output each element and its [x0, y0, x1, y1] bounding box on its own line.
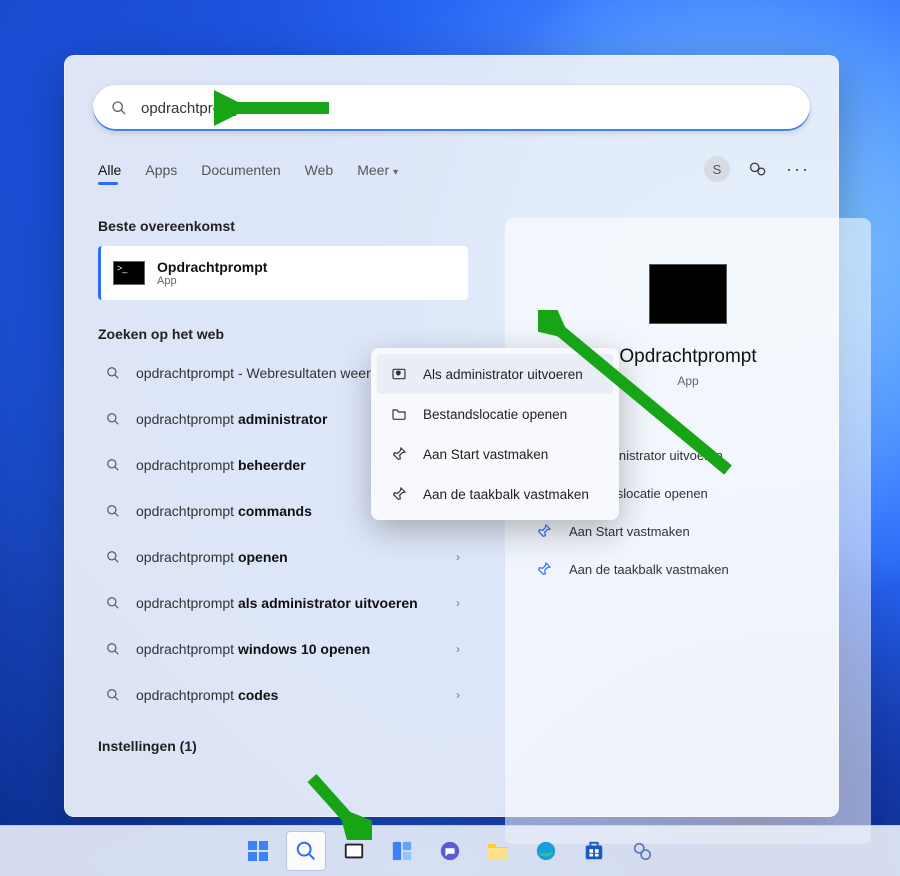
- web-results-heading: Zoeken op het web: [98, 326, 468, 342]
- search-icon: [104, 550, 122, 564]
- search-icon: [104, 458, 122, 472]
- web-result-text: opdrachtprompt codes: [136, 687, 462, 704]
- annotation-arrow: [302, 770, 372, 840]
- tab-apps[interactable]: Apps: [145, 156, 177, 191]
- settings-app-button[interactable]: [622, 831, 662, 871]
- best-match-title: Opdrachtprompt: [157, 259, 267, 275]
- web-result-row[interactable]: opdrachtprompt als administrator uitvoer…: [98, 580, 468, 626]
- pin-icon: [533, 523, 555, 539]
- folder-icon: [389, 406, 409, 422]
- user-avatar[interactable]: S: [704, 156, 730, 182]
- more-options-button[interactable]: ···: [786, 159, 810, 180]
- pin-icon: [389, 486, 409, 502]
- web-result-row[interactable]: opdrachtprompt openen›: [98, 534, 468, 580]
- search-box[interactable]: [92, 84, 811, 132]
- search-icon: [104, 596, 122, 610]
- tab-more[interactable]: Meer▾: [357, 156, 398, 191]
- tab-web[interactable]: Web: [305, 156, 334, 191]
- file-explorer-button[interactable]: [478, 831, 518, 871]
- pin-icon: [389, 446, 409, 462]
- taskbar: [0, 825, 900, 876]
- chevron-right-icon: ›: [456, 550, 460, 564]
- web-result-text: opdrachtprompt openen: [136, 549, 462, 566]
- action-label: Aan de taakbalk vastmaken: [569, 562, 729, 577]
- tab-documents[interactable]: Documenten: [201, 156, 280, 191]
- chevron-down-icon: ▾: [393, 167, 398, 178]
- search-icon: [104, 366, 122, 380]
- tab-all[interactable]: Alle: [98, 156, 121, 191]
- web-result-text: opdrachtprompt als administrator uitvoer…: [136, 595, 462, 612]
- flyout-top-right: S ···: [704, 156, 810, 182]
- settings-heading[interactable]: Instellingen (1): [98, 738, 468, 754]
- command-prompt-icon: [113, 261, 145, 285]
- chat-button[interactable]: [430, 831, 470, 871]
- search-tabs: Alle Apps Documenten Web Meer▾: [98, 156, 398, 191]
- start-button[interactable]: [238, 831, 278, 871]
- feedback-icon[interactable]: [748, 159, 768, 179]
- best-match-heading: Beste overeenkomst: [98, 218, 468, 234]
- admin-icon: [389, 366, 409, 382]
- best-match-item[interactable]: Opdrachtprompt App: [98, 246, 468, 300]
- web-result-text: opdrachtprompt windows 10 openen: [136, 641, 462, 658]
- edge-button[interactable]: [526, 831, 566, 871]
- action-label: Aan Start vastmaken: [569, 524, 690, 539]
- web-result-row[interactable]: opdrachtprompt codes›: [98, 672, 468, 718]
- search-icon: [104, 504, 122, 518]
- search-icon: [104, 412, 122, 426]
- microsoft-store-button[interactable]: [574, 831, 614, 871]
- context-menu-item[interactable]: Aan de taakbalk vastmaken: [377, 474, 613, 514]
- annotation-arrow: [538, 310, 738, 480]
- desktop-wallpaper: Alle Apps Documenten Web Meer▾ S ··· Bes…: [0, 0, 900, 876]
- search-icon: [104, 642, 122, 656]
- chevron-right-icon: ›: [456, 642, 460, 656]
- pin-icon: [533, 561, 555, 577]
- search-icon: [104, 688, 122, 702]
- preview-action[interactable]: Aan de taakbalk vastmaken: [525, 550, 851, 588]
- chevron-right-icon: ›: [456, 596, 460, 610]
- web-result-row[interactable]: opdrachtprompt windows 10 openen›: [98, 626, 468, 672]
- best-match-subtitle: App: [157, 275, 267, 287]
- chevron-right-icon: ›: [456, 688, 460, 702]
- widgets-button[interactable]: [382, 831, 422, 871]
- search-icon: [111, 100, 127, 116]
- annotation-arrow: [214, 88, 334, 128]
- context-menu-label: Aan Start vastmaken: [423, 447, 548, 462]
- context-menu-label: Aan de taakbalk vastmaken: [423, 487, 589, 502]
